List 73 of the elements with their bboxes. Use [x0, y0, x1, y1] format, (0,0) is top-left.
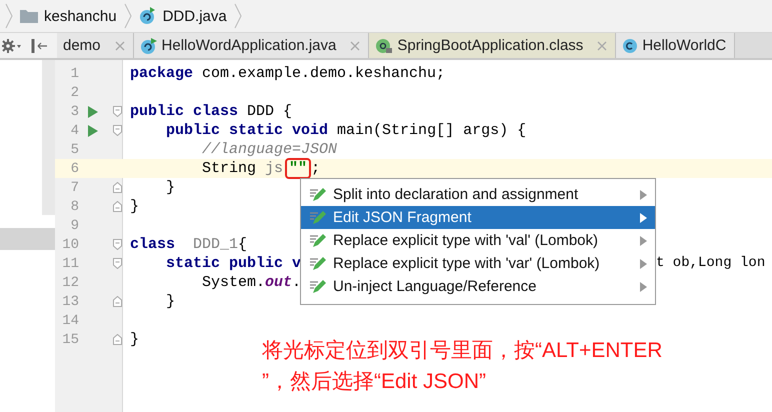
annotation-icon: [375, 38, 394, 54]
editor-tab[interactable]: demo: [57, 33, 134, 58]
code-line: }: [130, 330, 140, 349]
line-number: 9: [70, 218, 79, 234]
pencil-icon: [309, 210, 327, 226]
fold-icon[interactable]: [113, 239, 122, 250]
line-number: 5: [70, 142, 79, 158]
folder-icon: [20, 9, 38, 23]
fold-icon[interactable]: [113, 106, 122, 117]
annotation-text: 将光标定位到双引号里面，按“ALT+ENTER ”，然后选择“Edit JSON”: [262, 338, 662, 395]
line-number: 11: [61, 256, 79, 272]
fold-icon[interactable]: [113, 334, 122, 345]
selected-row: [0, 228, 55, 250]
highlight-marker: "": [285, 158, 312, 179]
close-icon[interactable]: [114, 40, 125, 50]
class-icon: [140, 36, 158, 54]
run-icon[interactable]: [88, 106, 98, 118]
fold-icon[interactable]: [113, 296, 122, 307]
line-number: 15: [61, 332, 79, 348]
code-line: class DDD_1{: [130, 235, 248, 254]
editor-tab[interactable]: HelloWorldC: [616, 33, 736, 58]
line-number: 7: [70, 180, 79, 196]
code-line: //language=JSON: [201, 140, 338, 159]
settings-icon[interactable]: [2, 38, 22, 52]
breadcrumb-separator-icon: [4, 2, 14, 30]
code-line: String js "" ;: [201, 159, 320, 178]
breadcrumb-separator-icon: [122, 2, 133, 30]
popup-menu-item[interactable]: Replace explicit type with 'val' (Lombok): [301, 229, 655, 252]
editor-tab[interactable]: HelloWordApplication.java: [134, 33, 370, 58]
line-number: 2: [70, 84, 79, 100]
line-number: 6: [70, 160, 79, 176]
breadcrumb-separator-icon: [232, 2, 243, 30]
submenu-arrow-icon: [640, 190, 647, 200]
code-line: public class DDD {: [130, 102, 292, 121]
popup-menu-item[interactable]: Un-inject Language/Reference: [301, 275, 655, 298]
pin-icon[interactable]: [30, 38, 48, 52]
line-number: 10: [61, 236, 79, 252]
fold-icon[interactable]: [113, 201, 122, 212]
code-line: package com.example.demo.keshanchu;: [130, 64, 446, 83]
submenu-arrow-icon: [640, 282, 647, 292]
fold-icon[interactable]: [113, 182, 122, 193]
popup-menu-item[interactable]: Edit JSON Fragment: [301, 206, 655, 229]
submenu-arrow-icon: [640, 236, 647, 246]
code-line: }: [165, 178, 176, 197]
code-line: public static void main(String[] args) {: [165, 121, 526, 140]
fold-icon[interactable]: [113, 125, 122, 136]
pencil-icon: [309, 256, 327, 272]
code-line: }: [130, 197, 140, 216]
line-number: 14: [61, 312, 79, 328]
class-icon: [138, 7, 157, 25]
submenu-arrow-icon: [640, 212, 647, 222]
line-number: 1: [70, 66, 79, 82]
popup-menu-item[interactable]: Split into declaration and assignment: [301, 183, 655, 206]
pencil-icon: [309, 232, 327, 248]
pencil-icon: [309, 278, 327, 294]
line-number: 12: [61, 274, 79, 290]
line-number: 8: [70, 198, 79, 214]
editor-tab[interactable]: SpringBootApplication.class: [369, 33, 616, 58]
submenu-arrow-icon: [640, 258, 647, 268]
close-icon[interactable]: [350, 40, 360, 50]
class-icon: [622, 38, 638, 54]
run-icon[interactable]: [88, 124, 98, 136]
code-line: System.out.: [201, 273, 302, 292]
line-number: 3: [70, 104, 79, 120]
pencil-icon: [309, 186, 327, 202]
fold-icon[interactable]: [113, 258, 122, 269]
breadcrumb-item[interactable]: keshanchu: [16, 8, 121, 24]
line-number: 13: [61, 294, 79, 310]
popup-menu-item[interactable]: Replace explicit type with 'var' (Lombok): [301, 252, 655, 275]
close-icon[interactable]: [597, 40, 608, 50]
breadcrumb-item[interactable]: DDD.java: [134, 7, 231, 25]
code-line: }: [165, 292, 176, 311]
line-number: 4: [70, 122, 79, 138]
